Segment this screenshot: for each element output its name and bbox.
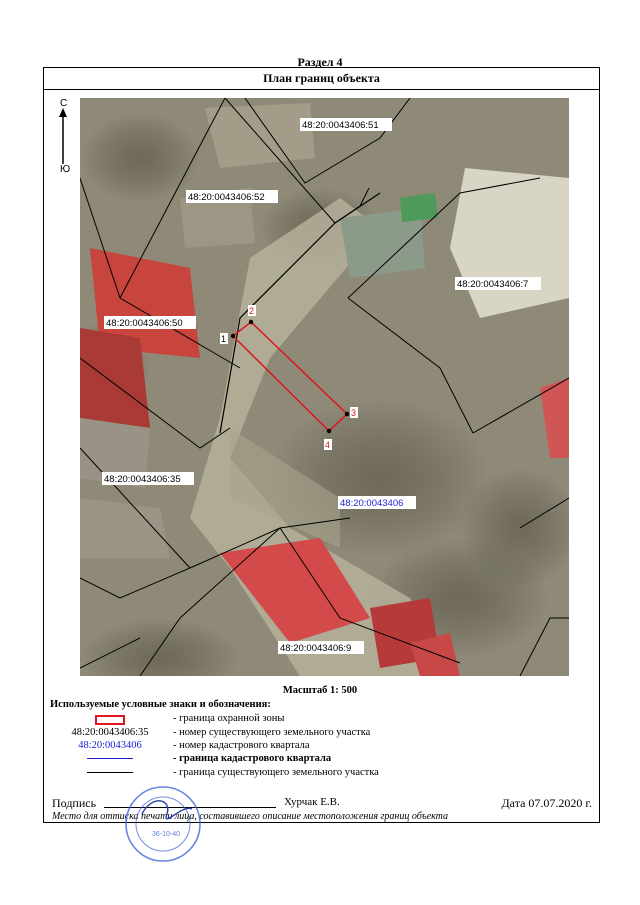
map-svg: 1 2 3 4 48:20:0043406:51 48:20:0043406:5… [80, 98, 569, 676]
legend-item-quarter-boundary: - граница кадастрового квартала [50, 753, 570, 766]
plan-title: План границ объекта [43, 67, 600, 90]
signature-label: Подпись [52, 796, 97, 810]
black-line-swatch [87, 772, 133, 774]
compass-south-label: Ю [60, 164, 71, 175]
legend-symbol-text: 48:20:0043406:35 [71, 727, 149, 738]
legend-item-parcel-number: 48:20:0043406:35 - номер существующего з… [50, 727, 570, 740]
stamp-code: 36-10-40 [152, 831, 180, 838]
blue-line-swatch [87, 758, 133, 760]
parcel-label-9: 48:20:0043406:9 [280, 643, 351, 654]
legend-item-parcel-boundary: - граница существующего земельного участ… [50, 767, 570, 780]
zone-point-4[interactable] [326, 428, 332, 434]
legend-item-quarter-number: 48:20:0043406 - номер кадастрового кварт… [50, 740, 570, 753]
parcel-label-35: 48:20:0043406:35 [104, 474, 181, 485]
zone-point-4-label: 4 [325, 440, 330, 450]
compass: С Ю [52, 98, 74, 178]
parcel-label-7: 48:20:0043406:7 [457, 279, 528, 290]
legend-desc: - граница охранной зоны [173, 713, 285, 724]
legend-item-zone: - граница охранной зоны [50, 713, 570, 726]
map-view[interactable]: 1 2 3 4 48:20:0043406:51 48:20:0043406:5… [80, 98, 569, 676]
zone-point-3-label: 3 [351, 408, 356, 418]
parcel-label-50: 48:20:0043406:50 [106, 318, 183, 329]
signature-date: Дата 07.07.2020 г. [501, 796, 593, 810]
zone-border-swatch [95, 715, 125, 725]
seal-stamp: 36-10-40 [125, 786, 201, 862]
legend-title: Используемые условные знаки и обозначени… [50, 699, 271, 710]
quarter-label: 48:20:0043406 [340, 498, 403, 509]
legend-desc: - граница существующего земельного участ… [173, 767, 379, 778]
legend-desc: - номер существующего земельного участка [173, 727, 371, 738]
north-arrow-icon [59, 108, 67, 164]
legend-desc: - граница кадастрового квартала [173, 753, 332, 764]
handwritten-signature [141, 800, 193, 820]
zone-point-2-label: 2 [249, 306, 254, 316]
parcel-label-51: 48:20:0043406:51 [302, 120, 379, 131]
zone-point-1-label: 1 [221, 334, 226, 344]
scale-text: Масштаб 1: 500 [282, 685, 358, 696]
legend-symbol-text: 48:20:0043406 [78, 740, 142, 751]
parcel-label-52: 48:20:0043406:52 [188, 192, 265, 203]
legend-desc: - номер кадастрового квартала [173, 740, 310, 751]
zone-point-3[interactable] [344, 411, 350, 417]
signatory-name: Хурчак Е.В. [284, 796, 340, 808]
zone-point-1[interactable] [230, 333, 236, 339]
zone-point-2[interactable] [248, 319, 254, 325]
